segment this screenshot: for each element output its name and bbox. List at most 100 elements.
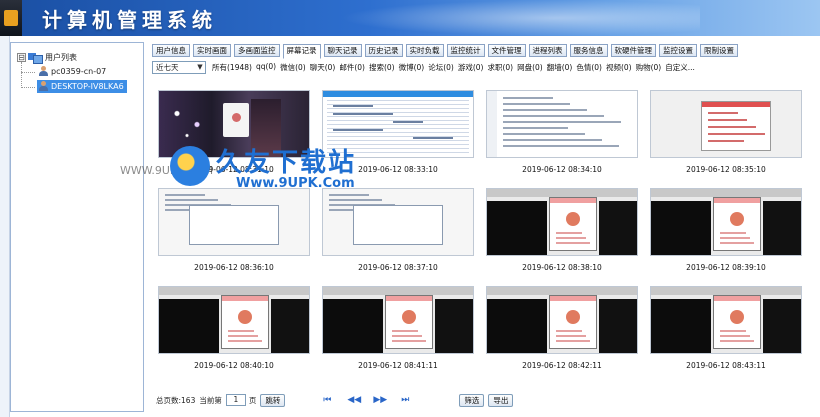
time-range-select[interactable]: 近七天 ▼ <box>152 60 206 74</box>
tab-9[interactable]: 进程列表 <box>528 44 567 57</box>
thumb-graphic <box>386 296 432 301</box>
thumb-graphic <box>228 330 254 332</box>
screenshot-thumbnail[interactable] <box>650 90 802 158</box>
thumb-graphic <box>487 299 547 353</box>
screenshot-thumbnail[interactable] <box>486 286 638 354</box>
screenshot-item[interactable]: 2019-06-12 08:36:10 <box>158 188 310 274</box>
category-filter-item[interactable]: 色情(0) <box>576 62 602 73</box>
tab-3[interactable]: 屏幕记录 <box>282 44 321 59</box>
tree-node-user-selected[interactable]: DESKTOP-IV8LKA6 <box>37 80 127 93</box>
screenshot-thumbnail[interactable] <box>322 90 474 158</box>
category-filter-item[interactable]: 视频(0) <box>606 62 632 73</box>
screenshot-thumbnail[interactable] <box>486 90 638 158</box>
thumb-graphic <box>503 103 570 105</box>
tab-7[interactable]: 监控统计 <box>446 44 485 57</box>
category-filter-item[interactable]: 购物(0) <box>636 62 662 73</box>
thumb-graphic <box>720 340 754 342</box>
tree-root-users[interactable]: ⊟ 用户列表 <box>17 51 77 64</box>
screenshot-item[interactable]: 2019-06-12 08:38:10 <box>486 188 638 274</box>
screenshot-item[interactable]: 2019-06-12 08:34:10 <box>486 90 638 176</box>
category-filter-item[interactable]: 微博(0) <box>399 62 425 73</box>
thumb-graphic <box>413 137 453 139</box>
tab-10[interactable]: 服务信息 <box>569 44 608 57</box>
tree-node-user[interactable]: pc0359-cn-07 <box>37 65 109 78</box>
category-filter-item[interactable]: 网盘(0) <box>517 62 543 73</box>
thumb-graphic <box>708 126 756 128</box>
category-filter-item[interactable]: 搜索(0) <box>369 62 395 73</box>
tree-connector <box>21 87 35 88</box>
thumb-graphic <box>550 198 596 203</box>
screenshot-item[interactable]: 2019-06-12 08:35:10 <box>650 90 802 176</box>
category-filter-item[interactable]: 所有(1948) <box>212 62 252 73</box>
tab-0[interactable]: 用户信息 <box>152 44 190 57</box>
filter-button[interactable]: 筛选 <box>459 393 485 407</box>
screenshot-item[interactable]: 2019-06-12 08:33:10 <box>322 90 474 176</box>
thumb-graphic <box>222 296 268 301</box>
screenshot-item[interactable]: 2019-06-12 08:40:10 <box>158 286 310 372</box>
first-page-icon[interactable]: ⏮ <box>321 394 333 406</box>
title-bar-glow <box>340 0 700 36</box>
tab-11[interactable]: 软硬件管理 <box>610 44 656 57</box>
main-panel: 用户信息 实时画面 多画面监控 屏幕记录 聊天记录 历史记录 实时负载 监控统计 文件管理 进程列… <box>148 42 816 412</box>
thumb-graphic <box>487 201 547 255</box>
screenshot-item[interactable]: 2019-06-12 08:37:10 <box>322 188 474 274</box>
screenshot-item[interactable]: 2019-06-12 08:31:10 <box>158 90 310 176</box>
last-page-icon[interactable]: ⏭ <box>399 394 411 406</box>
category-filter-item[interactable]: 翻墙(0) <box>547 62 573 73</box>
export-button[interactable]: 导出 <box>488 393 514 407</box>
category-filter-item[interactable]: 邮件(0) <box>339 62 365 73</box>
thumb-graphic <box>708 140 744 142</box>
screenshot-thumbnail[interactable] <box>322 188 474 256</box>
collapse-icon[interactable]: ⊟ <box>17 52 26 62</box>
thumb-graphic <box>549 295 597 349</box>
thumb-graphic <box>503 145 619 147</box>
screenshot-item[interactable]: 2019-06-12 08:43:11 <box>650 286 802 372</box>
thumb-graphic <box>223 103 249 137</box>
thumb-graphic <box>714 296 760 301</box>
category-filter-item[interactable]: 求职(0) <box>487 62 513 73</box>
thumb-graphic <box>550 296 596 301</box>
screenshot-thumbnail[interactable] <box>158 90 310 158</box>
screenshot-item[interactable]: 2019-06-12 08:41:11 <box>322 286 474 372</box>
tab-4[interactable]: 聊天记录 <box>323 44 362 57</box>
thumb-graphic <box>393 121 423 123</box>
jump-button[interactable]: 跳转 <box>260 393 286 407</box>
screenshot-thumbnail[interactable] <box>650 188 802 256</box>
screenshot-thumbnail[interactable] <box>486 188 638 256</box>
category-filter-item[interactable]: 游戏(0) <box>458 62 484 73</box>
screenshot-item[interactable]: 2019-06-12 08:39:10 <box>650 188 802 274</box>
tab-5[interactable]: 历史记录 <box>364 44 403 57</box>
screenshot-thumbnail[interactable] <box>322 286 474 354</box>
page-number-input[interactable]: 1 <box>225 394 246 406</box>
tab-8[interactable]: 文件管理 <box>487 44 526 57</box>
user-icon <box>38 66 48 77</box>
next-page-icon[interactable]: ▶▶ <box>373 394 387 406</box>
category-filter-item[interactable]: 论坛(0) <box>428 62 454 73</box>
prev-page-icon[interactable]: ◀◀ <box>347 394 361 406</box>
tab-13[interactable]: 限制设置 <box>700 44 738 57</box>
tab-1[interactable]: 实时画面 <box>193 44 231 57</box>
thumb-graphic <box>651 287 801 295</box>
category-filter-item[interactable]: 自定义... <box>665 62 695 73</box>
category-filter-item[interactable]: 微信(0) <box>280 62 306 73</box>
thumb-graphic <box>556 242 590 244</box>
screenshot-thumbnail[interactable] <box>650 286 802 354</box>
screenshot-thumbnail[interactable] <box>158 286 310 354</box>
screenshot-item[interactable]: 2019-06-12 08:42:11 <box>486 286 638 372</box>
category-filter-item[interactable]: qq(0) <box>256 62 276 73</box>
thumb-graphic <box>503 115 604 117</box>
tab-12[interactable]: 监控设置 <box>659 44 697 57</box>
category-filter-item[interactable]: 聊天(0) <box>310 62 336 73</box>
tab-2[interactable]: 多画面监控 <box>234 44 280 57</box>
thumb-graphic <box>353 205 443 245</box>
page-suffix-label: 页 <box>248 395 257 405</box>
thumb-graphic <box>599 201 637 255</box>
thumb-graphic <box>701 101 771 151</box>
thumb-graphic <box>228 335 258 337</box>
thumb-graphic <box>720 330 746 332</box>
screenshot-thumbnail[interactable] <box>158 188 310 256</box>
thumb-graphic <box>159 287 309 295</box>
thumb-graphic <box>566 310 580 324</box>
tab-6[interactable]: 实时负载 <box>405 44 444 57</box>
user-group-icon <box>28 52 43 64</box>
